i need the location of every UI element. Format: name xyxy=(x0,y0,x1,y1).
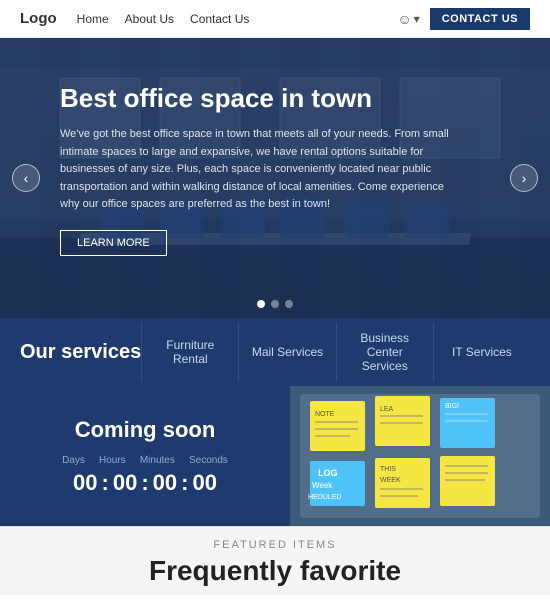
label-days: Days xyxy=(62,455,85,466)
hero-description: We've got the best office space in town … xyxy=(60,126,460,214)
account-menu[interactable]: ☺ ▾ xyxy=(397,11,419,27)
days-value: 00 xyxy=(73,470,97,496)
minutes-value: 00 xyxy=(153,470,177,496)
svg-text:NOTE: NOTE xyxy=(315,411,335,418)
nav-links: Home About Us Contact Us xyxy=(77,12,398,26)
hero-section: ‹ Best office space in town We've got th… xyxy=(0,38,550,318)
coming-soon-section: Coming soon Days Hours Minutes Seconds 0… xyxy=(0,386,550,526)
hero-dot-2[interactable] xyxy=(271,300,279,308)
svg-text:THIS: THIS xyxy=(380,466,396,473)
navbar: Logo Home About Us Contact Us ☺ ▾ CONTAC… xyxy=(0,0,550,38)
featured-title: Frequently favorite xyxy=(0,555,550,587)
hero-title: Best office space in town xyxy=(60,83,490,114)
nav-contact[interactable]: Contact Us xyxy=(190,12,249,26)
hero-dot-3[interactable] xyxy=(285,300,293,308)
hero-dot-1[interactable] xyxy=(257,300,265,308)
sticky-notes-svg: NOTE LEA BIG! LOG Week HEDULED THIS WEEK xyxy=(290,386,550,526)
svg-text:HEDULED: HEDULED xyxy=(308,494,341,501)
svg-text:LOG: LOG xyxy=(318,468,338,478)
countdown-labels: Days Hours Minutes Seconds xyxy=(55,455,235,466)
label-seconds: Seconds xyxy=(189,455,228,466)
sep-2: : xyxy=(141,470,148,496)
sep-1: : xyxy=(102,470,109,496)
service-furniture-rental[interactable]: Furniture Rental xyxy=(141,322,238,382)
coming-soon-title: Coming soon xyxy=(75,417,216,443)
svg-text:BIG!: BIG! xyxy=(445,403,459,410)
label-minutes: Minutes xyxy=(140,455,175,466)
logo: Logo xyxy=(20,10,57,27)
service-business-center[interactable]: Business Center Services xyxy=(336,322,433,382)
svg-text:Week: Week xyxy=(312,481,333,490)
services-list: Furniture Rental Mail Services Business … xyxy=(141,322,530,382)
label-hours: Hours xyxy=(99,455,126,466)
services-heading: Our services xyxy=(20,341,141,364)
nav-about[interactable]: About Us xyxy=(125,12,174,26)
services-bar: Our services Furniture Rental Mail Servi… xyxy=(0,318,550,386)
featured-section: FEATURED ITEMS Frequently favorite xyxy=(0,526,550,595)
countdown-timer: 00 : 00 : 00 : 00 xyxy=(73,470,217,496)
nav-home[interactable]: Home xyxy=(77,12,109,26)
account-chevron: ▾ xyxy=(414,12,420,26)
hero-prev-button[interactable]: ‹ xyxy=(12,164,40,192)
contact-button[interactable]: CONTACT US xyxy=(430,8,530,30)
account-icon: ☺ xyxy=(397,11,411,27)
coming-soon-image: NOTE LEA BIG! LOG Week HEDULED THIS WEEK xyxy=(290,386,550,526)
featured-label: FEATURED ITEMS xyxy=(0,539,550,551)
nav-right: ☺ ▾ CONTACT US xyxy=(397,8,530,30)
sep-3: : xyxy=(181,470,188,496)
hours-value: 00 xyxy=(113,470,137,496)
hero-cta-button[interactable]: LEARN MORE xyxy=(60,230,167,256)
service-it-services[interactable]: IT Services xyxy=(433,322,530,382)
hero-next-button[interactable]: › xyxy=(510,164,538,192)
coming-soon-left: Coming soon Days Hours Minutes Seconds 0… xyxy=(0,386,290,526)
hero-content: Best office space in town We've got the … xyxy=(0,38,550,256)
svg-text:LEA: LEA xyxy=(380,406,394,413)
hero-dots xyxy=(257,300,293,308)
svg-text:WEEK: WEEK xyxy=(380,477,401,484)
seconds-value: 00 xyxy=(192,470,216,496)
service-mail-services[interactable]: Mail Services xyxy=(238,322,335,382)
